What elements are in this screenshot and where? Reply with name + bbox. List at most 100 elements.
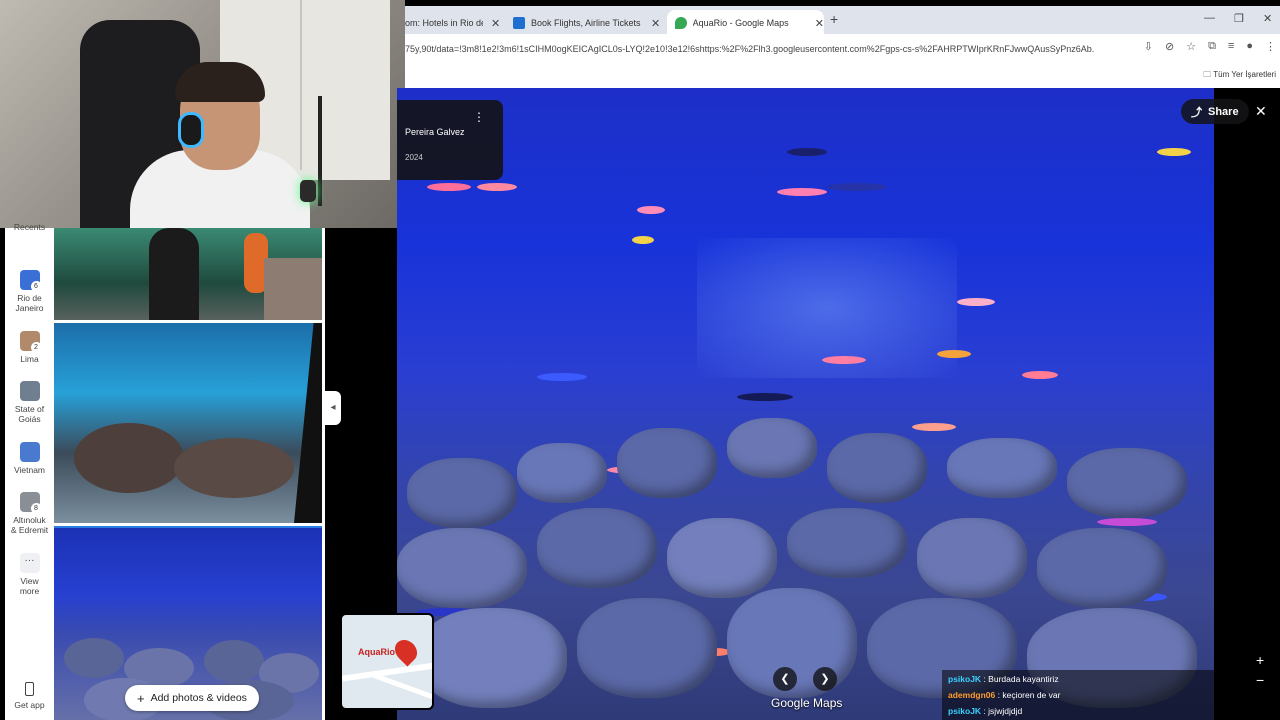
rail-label: State of	[14, 404, 45, 414]
plus-icon: +	[137, 690, 145, 706]
get-app-label: Get app	[14, 700, 45, 710]
toolbar-icons: ⇩ ⊘ ☆ ⧉ ≡ ● ⋮	[1144, 40, 1276, 53]
stone	[417, 608, 567, 708]
install-app-icon[interactable]: ⇩	[1144, 40, 1153, 53]
google-maps-watermark: Google Maps	[771, 696, 843, 710]
url-field[interactable]: 75y,90t/data=!3m8!1e2!3m6!1sCIHM0ogKEICA…	[405, 38, 1095, 60]
get-app-button[interactable]: Get app	[5, 682, 54, 710]
share-label: Share	[1208, 105, 1239, 118]
fish	[1022, 371, 1058, 379]
stone	[947, 438, 1057, 498]
tab-google-maps[interactable]: AquaRio - Google Maps ✕	[667, 10, 824, 36]
webcam-headphones	[178, 112, 204, 148]
fish	[632, 236, 654, 244]
tab-hotels[interactable]: om: Hotels in Rio de ✕	[405, 10, 505, 36]
stone	[1067, 448, 1187, 518]
add-photos-button[interactable]: + Add photos & videos	[125, 685, 259, 711]
fish	[777, 188, 827, 196]
minimize-button[interactable]: —	[1204, 12, 1215, 24]
previous-photo-button[interactable]: ❮	[773, 667, 797, 691]
share-button[interactable]: ⤴ Share	[1181, 99, 1249, 124]
stone	[517, 443, 607, 503]
flights-favicon-icon	[513, 17, 525, 29]
photo-thumbnail[interactable]	[54, 228, 322, 320]
chat-text: jsjwjdjdjd	[988, 706, 1023, 716]
close-viewer-button[interactable]: ✕	[1255, 103, 1267, 120]
screen: om: Hotels in Rio de ✕ Book Flights, Air…	[0, 0, 1280, 720]
stone	[667, 518, 777, 598]
minimap-label: AquaRio	[358, 647, 395, 657]
menu-icon[interactable]: ⋮	[1265, 40, 1276, 53]
stone	[537, 508, 657, 588]
rail-item-rio[interactable]: 6 Rio de Janeiro	[5, 270, 54, 313]
photo-author-card[interactable]: ⋮ Pereira Galvez 2024	[397, 100, 503, 180]
chevron-left-icon: ◂	[330, 402, 336, 413]
chat-text: keçioren de var	[1002, 690, 1061, 700]
close-icon[interactable]: ✕	[491, 17, 500, 30]
chevron-left-icon: ❮	[780, 673, 790, 685]
webcam-background-door-panel	[300, 0, 390, 170]
fish	[537, 373, 587, 381]
share-icon: ⤴	[1191, 106, 1202, 119]
chat-user: ademdgn06	[948, 690, 996, 700]
media-icon[interactable]: ≡	[1228, 40, 1234, 53]
rail-badge: 8	[30, 503, 42, 514]
view-more-label: View more	[19, 576, 40, 596]
webcam-overlay	[0, 0, 405, 228]
stone	[397, 528, 527, 608]
rail-item-goias[interactable]: State of Goiás	[5, 381, 54, 424]
location-pin-icon	[390, 635, 422, 667]
stone	[827, 433, 927, 503]
next-photo-button[interactable]: ❯	[813, 667, 837, 691]
rail-label-line2: & Edremit	[10, 525, 49, 535]
rail-label: Altınoluk	[13, 515, 46, 525]
collapse-panel-button[interactable]: ◂	[325, 391, 341, 425]
bookmark-star-icon[interactable]: ☆	[1186, 40, 1196, 53]
tab-flights[interactable]: Book Flights, Airline Tickets & t ✕	[513, 10, 661, 36]
minimap-road	[373, 673, 432, 702]
photo-date: 2024	[405, 153, 423, 162]
chat-user: psikoJK	[948, 674, 982, 684]
vietnam-thumbnail	[19, 442, 40, 462]
webcam-mic-arm	[318, 96, 322, 206]
window-close-button[interactable]: ✕	[1263, 12, 1272, 25]
all-bookmarks-label: Tüm Yer İşaretleri	[1213, 70, 1276, 79]
rail-label: Rio de	[17, 293, 42, 303]
extensions-icon[interactable]: ⧉	[1208, 40, 1216, 53]
rio-thumbnail: 6	[19, 270, 42, 292]
fish	[477, 183, 517, 191]
view-more-button[interactable]: ··· View more	[5, 553, 54, 596]
stone	[727, 418, 817, 478]
rail-item-lima[interactable]: 2 Lima	[5, 331, 54, 364]
stone	[617, 428, 717, 498]
stone	[577, 598, 717, 698]
close-icon[interactable]: ✕	[815, 17, 824, 30]
restore-button[interactable]: ❐	[1234, 12, 1244, 25]
viewer-right-strip	[1214, 88, 1280, 720]
new-tab-button[interactable]: +	[830, 11, 838, 27]
profile-avatar-icon[interactable]: ●	[1246, 40, 1253, 53]
chat-text: Burdada kayantiriz	[988, 674, 1059, 684]
tab-title: AquaRio - Google Maps	[692, 18, 789, 28]
chat-message: psikoJK : jsjwjdjdjd	[948, 706, 1023, 716]
rail-item-altinoluk[interactable]: 8 Altınoluk & Edremit	[5, 492, 54, 535]
address-bar-row: 75y,90t/data=!3m8!1e2!3m6!1sCIHM0ogKEICA…	[405, 34, 1280, 64]
photo-list-panel: + Add photos & videos	[54, 228, 325, 720]
zoom-out-button[interactable]: −	[1256, 672, 1264, 688]
rail-item-vietnam[interactable]: Vietnam	[5, 442, 54, 475]
chevron-right-icon: ❯	[820, 673, 830, 685]
more-vert-icon[interactable]: ⋮	[473, 110, 485, 124]
zoom-in-button[interactable]: +	[1256, 652, 1264, 668]
hide-icon[interactable]: ⊘	[1165, 40, 1174, 53]
close-icon[interactable]: ✕	[651, 17, 660, 30]
goias-thumbnail	[19, 381, 40, 401]
author-name: Pereira Galvez	[405, 127, 465, 137]
chat-message: psikoJK : Burdada kayantiriz	[948, 674, 1059, 684]
main-photo-viewer[interactable]	[397, 88, 1214, 720]
stone	[917, 518, 1027, 598]
minimap[interactable]: AquaRio	[340, 613, 434, 710]
maps-left-rail: Recents 6 Rio de Janeiro 2 Lima State of…	[5, 222, 54, 720]
photo-thumbnail[interactable]	[54, 323, 322, 523]
all-bookmarks-link[interactable]: 🗀 Tüm Yer İşaretleri	[1203, 69, 1276, 83]
fish	[822, 356, 866, 364]
